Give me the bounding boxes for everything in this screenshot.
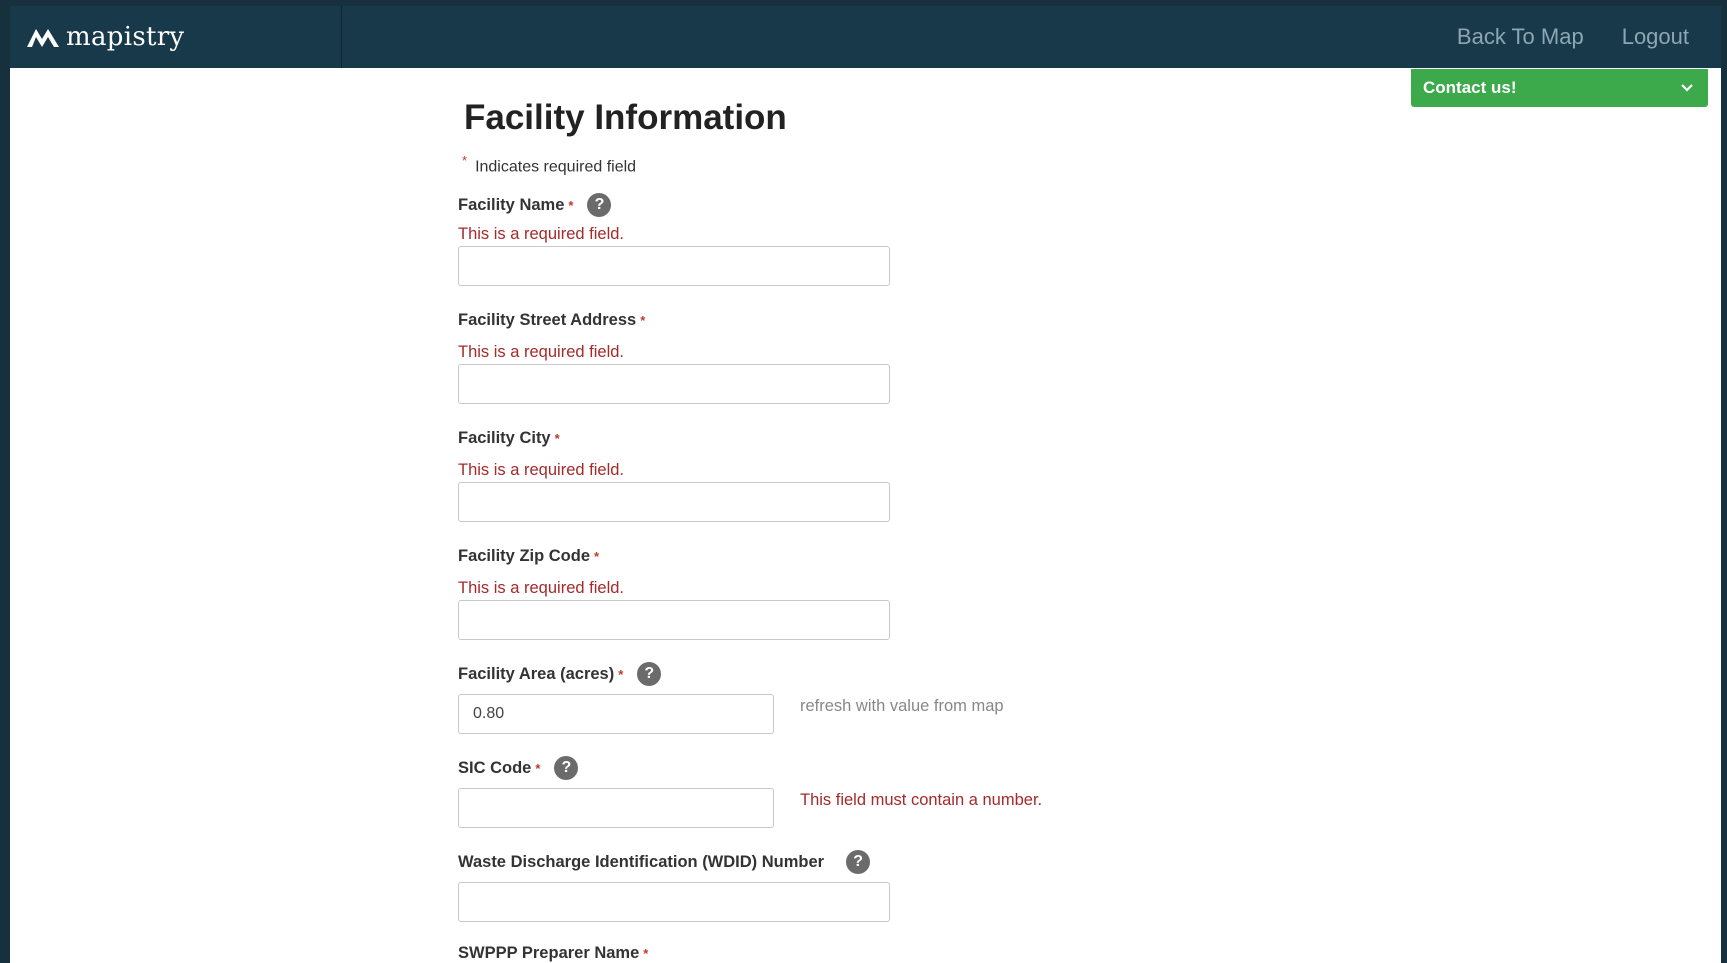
facility-zip-error: This is a required field.: [458, 579, 624, 597]
refresh-area-link[interactable]: refresh with value from map: [800, 697, 1004, 716]
swppp-preparer-label: SWPPP Preparer Name *: [458, 944, 652, 963]
facility-form: Facility Information * Indicates required…: [458, 6, 1158, 963]
facility-name-error: This is a required field.: [458, 225, 624, 243]
facility-street-label: Facility Street Address *: [458, 311, 649, 330]
required-marker: *: [618, 666, 624, 682]
facility-city-input[interactable]: [458, 482, 890, 522]
facility-street-error: This is a required field.: [458, 343, 624, 361]
facility-zip-input[interactable]: [458, 600, 890, 640]
required-marker: *: [462, 153, 468, 168]
required-note-text: Indicates required field: [475, 158, 637, 176]
question-circle-icon[interactable]: ?: [846, 850, 871, 874]
required-marker: *: [640, 313, 646, 328]
required-note: * Indicates required field: [462, 153, 636, 176]
required-marker: *: [535, 760, 541, 776]
facility-city-label-text: Facility City: [458, 429, 551, 447]
swppp-preparer-label-text: SWPPP Preparer Name: [458, 944, 640, 962]
required-marker: *: [568, 197, 574, 213]
brand-name: mapistry: [66, 22, 185, 52]
facility-city-label: Facility City *: [458, 429, 564, 448]
sic-code-label: SIC Code * ?: [458, 756, 579, 780]
question-circle-icon[interactable]: ?: [554, 756, 579, 780]
logout-link[interactable]: Logout: [1622, 24, 1689, 50]
brand-home-link[interactable]: mapistry: [10, 6, 342, 68]
back-to-map-link[interactable]: Back To Map: [1457, 24, 1584, 50]
page-title: Facility Information: [464, 98, 787, 137]
facility-name-label: Facility Name * ?: [458, 193, 612, 217]
sic-code-error: This field must contain a number.: [800, 791, 1043, 809]
mountain-logo-icon: [27, 29, 59, 47]
wdid-input[interactable]: [458, 882, 890, 922]
contact-us-button[interactable]: Contact us!: [1411, 69, 1708, 107]
facility-street-input[interactable]: [458, 364, 890, 404]
contact-us-label: Contact us!: [1423, 78, 1517, 97]
facility-street-label-text: Facility Street Address: [458, 311, 637, 329]
facility-name-input[interactable]: [458, 246, 890, 286]
question-circle-icon[interactable]: ?: [587, 193, 612, 217]
facility-zip-label: Facility Zip Code *: [458, 547, 603, 566]
chevron-down-icon: [1681, 84, 1693, 92]
wdid-label: Waste Discharge Identification (WDID) Nu…: [458, 850, 871, 874]
facility-name-label-text: Facility Name: [458, 195, 565, 214]
question-circle-icon[interactable]: ?: [637, 662, 662, 686]
facility-area-label-text: Facility Area (acres): [458, 664, 615, 683]
app-window: mapistry Back To Map Logout Contact us! …: [10, 6, 1721, 963]
wdid-label-text: Waste Discharge Identification (WDID) Nu…: [458, 852, 825, 871]
nav-links: Back To Map Logout: [1457, 6, 1689, 68]
sic-code-label-text: SIC Code: [458, 758, 532, 777]
facility-area-input[interactable]: [458, 694, 774, 734]
required-marker: *: [554, 431, 560, 446]
facility-area-label: Facility Area (acres) * ?: [458, 662, 662, 686]
facility-zip-label-text: Facility Zip Code: [458, 547, 591, 565]
sic-code-input[interactable]: [458, 788, 774, 828]
required-marker: *: [643, 946, 649, 961]
required-marker: *: [594, 549, 600, 564]
facility-city-error: This is a required field.: [458, 461, 624, 479]
